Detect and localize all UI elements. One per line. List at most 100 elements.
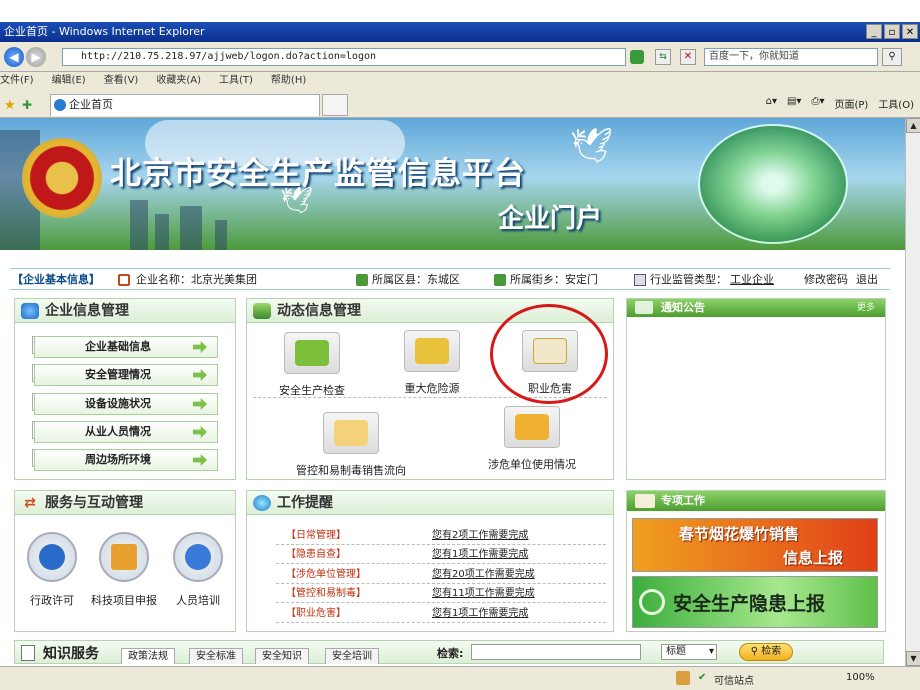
safety-management-button[interactable]: 安全管理情况 bbox=[34, 364, 218, 386]
ie-page-icon bbox=[54, 99, 66, 111]
project-icon bbox=[99, 532, 149, 582]
surrounding-environment-button[interactable]: 周边场所环境 bbox=[34, 449, 218, 471]
tab-training[interactable]: 安全培训 bbox=[325, 648, 379, 664]
favorites-star-icon[interactable]: ★ bbox=[4, 98, 16, 113]
panel-header: 工作提醒 bbox=[247, 491, 613, 515]
minimize-button[interactable]: _ bbox=[866, 24, 882, 39]
major-hazard-item[interactable]: 重大危险源 bbox=[390, 330, 474, 396]
search-icon[interactable]: ⚲ bbox=[882, 48, 902, 66]
precursor-sales-item[interactable]: 管控和易制毒销售流向 bbox=[276, 412, 426, 478]
feeds-icon[interactable]: ▤▾ bbox=[787, 96, 801, 111]
menu-view[interactable]: 查看(V) bbox=[104, 72, 139, 90]
admin-permit-item[interactable]: 行政许可 bbox=[18, 532, 86, 608]
reminder-row[interactable]: 【涉危单位管理】 您有20项工作需要完成 bbox=[276, 565, 606, 584]
url-input[interactable]: http://210.75.218.97/ajjweb/logon.do?act… bbox=[62, 48, 626, 66]
people-icon bbox=[21, 303, 39, 319]
maximize-button[interactable]: ▫ bbox=[884, 24, 900, 39]
national-emblem bbox=[22, 138, 102, 218]
menu-edit[interactable]: 编辑(E) bbox=[52, 72, 86, 90]
globe-icon bbox=[253, 495, 271, 511]
street-icon bbox=[494, 274, 506, 286]
dove-icon: 🕊 bbox=[570, 126, 614, 166]
employee-info-button[interactable]: 从业人员情况 bbox=[34, 421, 218, 443]
tools-menu[interactable]: 工具(O) bbox=[878, 96, 914, 111]
menu-file[interactable]: 文件(F) bbox=[0, 72, 34, 90]
new-tab-button[interactable] bbox=[322, 94, 348, 116]
print-icon[interactable]: ⎙▾ bbox=[811, 96, 824, 111]
search-field-select[interactable]: 标题 ▾ bbox=[661, 644, 717, 660]
building-image bbox=[180, 206, 202, 250]
industry-value[interactable]: 工业企业 bbox=[730, 269, 774, 291]
special-work-header: 专项工作 bbox=[627, 491, 885, 511]
add-favorite-icon[interactable]: ✚ bbox=[22, 98, 32, 112]
page-menu[interactable]: 页面(P) bbox=[834, 96, 868, 111]
arrow-right-icon bbox=[193, 398, 207, 410]
tab-policy[interactable]: 政策法规 bbox=[121, 648, 175, 664]
scroll-down-icon[interactable]: ▼ bbox=[906, 651, 920, 666]
hazardous-unit-usage-item[interactable]: 涉危单位使用情况 bbox=[470, 406, 594, 472]
industry-label: 行业监管类型： bbox=[650, 273, 727, 286]
tech-project-item[interactable]: 科技项目申报 bbox=[86, 532, 162, 608]
knowledge-service-bar: 知识服务 政策法规 安全标准 安全知识 安全培训 检索: 标题 ▾ ⚲ 检索 bbox=[14, 640, 884, 664]
company-name: 企业名称：北京光美集团 bbox=[136, 273, 257, 286]
home-icon bbox=[118, 274, 130, 286]
enterprise-basic-info-button[interactable]: 企业基础信息 bbox=[34, 336, 218, 358]
tab-knowledge[interactable]: 安全知识 bbox=[255, 648, 309, 664]
close-button[interactable]: ✕ bbox=[902, 24, 918, 39]
info-tag: 【企业基本信息】 bbox=[12, 273, 100, 286]
back-icon[interactable]: ◀ bbox=[4, 47, 24, 67]
tab-home[interactable]: 企业首页 bbox=[50, 94, 320, 116]
person-icon bbox=[173, 532, 223, 582]
notice-icon bbox=[635, 301, 653, 314]
staff-training-item[interactable]: 人员培训 bbox=[164, 532, 232, 608]
tab-label: 企业首页 bbox=[69, 98, 113, 111]
permit-icon bbox=[27, 532, 77, 582]
refresh-icon[interactable]: ⇆ bbox=[655, 49, 671, 65]
reminder-row[interactable]: 【日常管理】 您有2项工作需要完成 bbox=[276, 526, 606, 545]
reminder-row[interactable]: 【管控和易制毒】 您有11项工作需要完成 bbox=[276, 584, 606, 603]
change-password-link[interactable]: 修改密码 bbox=[804, 269, 848, 291]
reminder-row[interactable]: 【职业危害】 您有1项工作需要完成 bbox=[276, 604, 606, 623]
tab-standards[interactable]: 安全标准 bbox=[189, 648, 243, 664]
dove-icon: 🕊 bbox=[280, 186, 314, 216]
reminder-row[interactable]: 【隐患自查】 您有1项工作需要完成 bbox=[276, 545, 606, 564]
fireworks-report-banner[interactable]: 春节烟花爆竹销售 信息上报 bbox=[632, 518, 878, 572]
banner-title: 北京市安全生产监管信息平台 bbox=[110, 156, 526, 192]
banner-subtitle: 企业门户 bbox=[498, 204, 603, 234]
scroll-up-icon[interactable]: ▲ bbox=[906, 118, 920, 133]
district-icon bbox=[356, 274, 368, 286]
page-scrollbar[interactable]: ▲ ▼ bbox=[905, 118, 920, 666]
arrow-right-icon bbox=[193, 454, 207, 466]
folder-icon bbox=[404, 330, 460, 372]
puzzle-icon bbox=[284, 332, 340, 374]
forward-icon[interactable]: ▶ bbox=[26, 47, 46, 67]
equipment-status-button[interactable]: 设备设施状况 bbox=[34, 393, 218, 415]
building-image bbox=[130, 200, 148, 250]
menu-help[interactable]: 帮助(H) bbox=[271, 72, 306, 90]
knowledge-search-button[interactable]: ⚲ 检索 bbox=[739, 643, 793, 661]
menu-favorites[interactable]: 收藏夹(A) bbox=[156, 72, 201, 90]
highlight-circle bbox=[490, 304, 608, 404]
site-banner: 北京市安全生产监管信息平台 企业门户 🕊 🕊 bbox=[0, 118, 905, 250]
security-icon bbox=[630, 50, 644, 64]
globe-image bbox=[698, 124, 848, 244]
tab-bar: ★ ✚ 企业首页 ⌂▾ ▤▾ ⎙▾ 页面(P) 工具(O) bbox=[0, 90, 920, 118]
company-info-bar: 【企业基本信息】 企业名称：北京光美集团 所属区县：东城区 所属街乡：安定门 行… bbox=[10, 268, 890, 290]
address-bar: ◀ ▶ http://210.75.218.97/ajjweb/logon.do… bbox=[0, 42, 920, 72]
knowledge-search-input[interactable] bbox=[471, 644, 641, 660]
cylinder-icon bbox=[504, 406, 560, 448]
menu-bar: 文件(F) 编辑(E) 查看(V) 收藏夹(A) 工具(T) 帮助(H) bbox=[0, 72, 920, 90]
stop-icon[interactable]: ✕ bbox=[680, 49, 696, 65]
trusted-zone: 可信站点 bbox=[714, 676, 754, 687]
safety-inspection-item[interactable]: 安全生产检查 bbox=[270, 332, 354, 398]
hazard-report-banner[interactable]: 安全生产隐患上报 bbox=[632, 576, 878, 628]
search-input[interactable]: 百度一下，你就知道 bbox=[704, 48, 878, 66]
industry-icon bbox=[634, 274, 646, 286]
zoom-level[interactable]: 100% bbox=[846, 672, 875, 683]
status-bar: ✔ 可信站点 100% bbox=[0, 666, 920, 690]
home-icon[interactable]: ⌂▾ bbox=[766, 96, 777, 111]
notice-more-link[interactable]: 更多 bbox=[857, 299, 875, 317]
menu-tools[interactable]: 工具(T) bbox=[219, 72, 253, 90]
books-icon bbox=[323, 412, 379, 454]
logout-link[interactable]: 退出 bbox=[856, 269, 878, 291]
